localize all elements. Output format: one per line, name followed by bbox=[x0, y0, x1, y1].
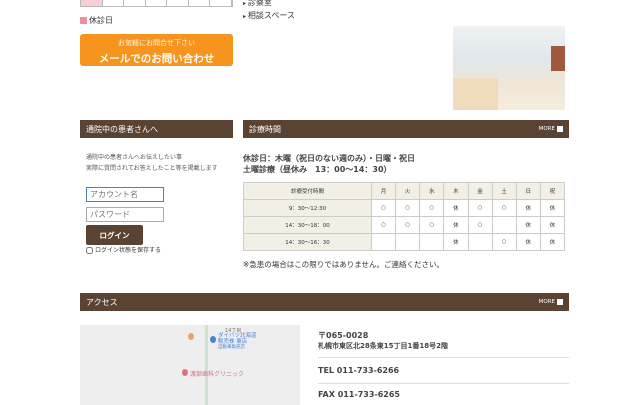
table-cell: ○ bbox=[491, 233, 517, 251]
map-pin-icon bbox=[188, 333, 194, 340]
hours-more-link[interactable]: MORE bbox=[539, 126, 563, 132]
header-cell: 祝 bbox=[539, 182, 566, 200]
closed-swatch-icon bbox=[80, 17, 87, 24]
map-pin-icon bbox=[210, 336, 216, 343]
table-cell bbox=[491, 216, 517, 234]
table-cell: 休 bbox=[539, 199, 566, 217]
map-pin-icon bbox=[182, 369, 188, 376]
header-cell: 火 bbox=[395, 182, 421, 200]
header-cell: 金 bbox=[467, 182, 493, 200]
hours-table: 診療受付時間月火水木金土日祝 9：30〜12:30 ○ ○ ○ 休 ○ ○ 休休 14：30〜18… bbox=[243, 182, 566, 251]
header-cell: 診療受付時間 bbox=[243, 182, 372, 200]
header-cell: 月 bbox=[370, 182, 397, 200]
header-cell: 木 bbox=[443, 182, 469, 200]
table-cell: 休 bbox=[443, 199, 469, 217]
table-cell: ○ bbox=[419, 216, 445, 234]
table-cell: 休 bbox=[443, 233, 469, 251]
header-cell: 日 bbox=[515, 182, 541, 200]
table-cell: 休 bbox=[443, 216, 469, 234]
table-cell: ○ bbox=[370, 199, 397, 217]
table-cell bbox=[395, 233, 421, 251]
access-header: アクセス MORE bbox=[80, 293, 569, 311]
table-cell: ○ bbox=[395, 199, 421, 217]
table-cell: ○ bbox=[419, 199, 445, 217]
access-info: 〒065-0028 札幌市東区北28条東15丁目1番18号2階 TEL 011-7… bbox=[318, 330, 569, 405]
table-cell: 休 bbox=[515, 199, 541, 217]
table-row: 9：30〜12:30 ○ ○ ○ 休 ○ ○ 休休 bbox=[243, 199, 566, 217]
access-more-link[interactable]: MORE bbox=[539, 299, 563, 305]
patients-section: 通院中の患者さんへ 通院中の患者さんへお伝えしたい事 実際に質問されてお答えしたこ… bbox=[80, 120, 233, 256]
table-cell: ○ bbox=[370, 216, 397, 234]
map[interactable]: 14丁目 ダイハツ北海道 販売株 東店 自動車販売店 渡部歯科クリニック bbox=[80, 325, 300, 405]
header-cell: 水 bbox=[419, 182, 445, 200]
password-input[interactable] bbox=[86, 207, 164, 222]
remember-checkbox[interactable] bbox=[86, 247, 93, 254]
table-cell: 休 bbox=[515, 216, 541, 234]
hours-header: 診療時間 MORE bbox=[243, 120, 569, 138]
table-cell: 14：30〜16：30 bbox=[243, 233, 372, 251]
login-button[interactable]: ログイン bbox=[86, 225, 143, 245]
table-row: 14：30〜16：30 休 ○ 休休 bbox=[243, 233, 566, 251]
table-cell: 休 bbox=[539, 216, 566, 234]
access-section: アクセス MORE bbox=[80, 293, 569, 311]
calendar-legend: 休診日 bbox=[80, 15, 113, 26]
patients-header: 通院中の患者さんへ bbox=[80, 120, 233, 138]
clinic-photo bbox=[453, 26, 565, 110]
arrow-icon bbox=[557, 126, 563, 132]
table-cell bbox=[419, 233, 445, 251]
table-cell: ○ bbox=[467, 216, 493, 234]
calendar bbox=[80, 0, 233, 7]
link-consult-space[interactable]: 相談スペース bbox=[243, 10, 295, 23]
table-cell bbox=[370, 233, 397, 251]
table-row: 14：30〜18：00 ○ ○ ○ 休 ○ 休休 bbox=[243, 216, 566, 234]
arrow-icon bbox=[557, 299, 563, 305]
account-input[interactable] bbox=[86, 187, 164, 202]
link-exam-room[interactable]: 診察室 bbox=[243, 0, 295, 10]
table-cell: 休 bbox=[539, 233, 566, 251]
table-cell: 14：30〜18：00 bbox=[243, 216, 372, 234]
table-cell: ○ bbox=[491, 199, 517, 217]
table-cell: 9：30〜12:30 bbox=[243, 199, 372, 217]
table-cell bbox=[467, 233, 493, 251]
table-cell: 休 bbox=[515, 233, 541, 251]
table-cell: ○ bbox=[395, 216, 421, 234]
table-cell: ○ bbox=[467, 199, 493, 217]
hours-section: 診療時間 MORE 休診日：木曜（祝日のない週のみ）・日曜・祝日 土曜診療（昼休み … bbox=[243, 120, 569, 270]
mail-contact-button[interactable]: お気軽にお問合せ下さい メールでのお問い合わせ bbox=[80, 34, 233, 66]
header-cell: 土 bbox=[491, 182, 517, 200]
facility-links: 診察室相談スペース bbox=[243, 0, 295, 23]
